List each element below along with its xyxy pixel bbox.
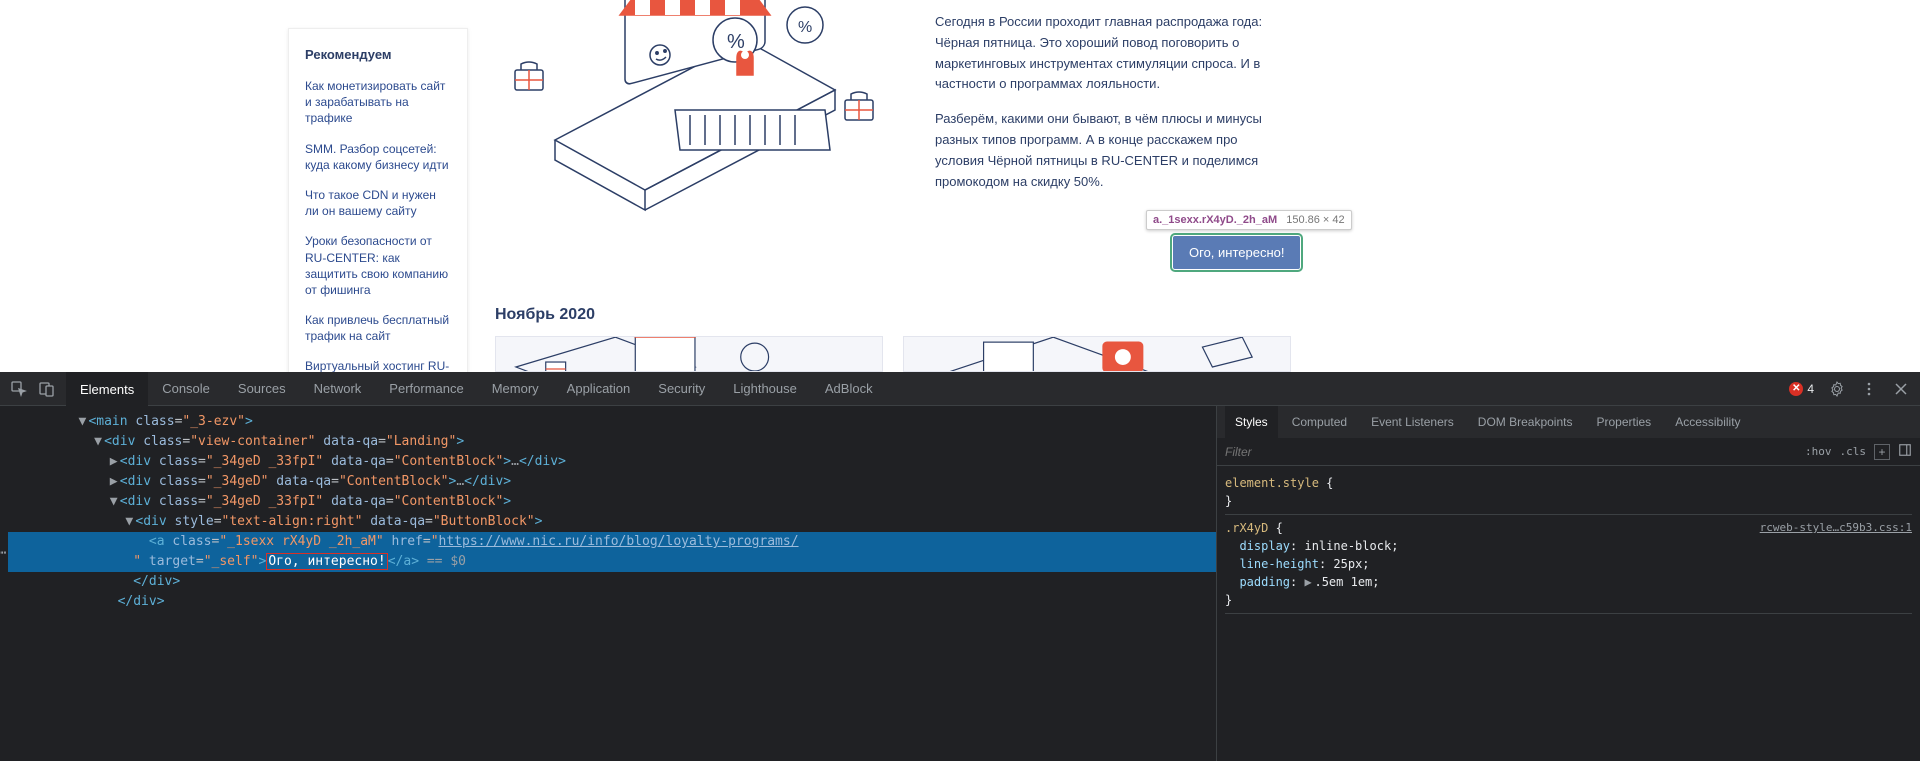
device-toggle-icon[interactable]	[38, 380, 56, 398]
tab-accessibility[interactable]: Accessibility	[1665, 406, 1750, 438]
tab-sources[interactable]: Sources	[224, 372, 300, 406]
webpage-content: Рекомендуем Как монетизировать сайт и за…	[0, 0, 1920, 372]
month-heading: Ноябрь 2020	[495, 306, 595, 324]
tab-performance[interactable]: Performance	[375, 372, 477, 406]
tab-elements[interactable]: Elements	[66, 372, 148, 406]
tab-adblock[interactable]: AdBlock	[811, 372, 887, 406]
inspector-tooltip: a._1sexx.rX4yD._2h_aM 150.86 × 42	[1146, 210, 1352, 230]
styles-filter-input[interactable]	[1225, 445, 1797, 459]
article-tile[interactable]	[495, 336, 883, 372]
ecommerce-illustration: %	[495, 0, 905, 240]
selected-element-line[interactable]: <a class="_1sexx rX4yD _2h_aM" href="htt…	[8, 532, 1216, 552]
article-paragraph: Сегодня в России проходит главная распро…	[935, 12, 1275, 95]
tab-console[interactable]: Console	[148, 372, 224, 406]
source-file-link[interactable]: rcweb-style…c59b3.css:1	[1760, 519, 1912, 537]
rule-selector: .rX4yD	[1225, 521, 1268, 535]
sidebar-link[interactable]: Что такое CDN и нужен ли он вашему сайту	[305, 187, 451, 219]
sidebar-heading: Рекомендуем	[305, 47, 451, 62]
cta-button[interactable]: Ого, интересно!	[1173, 236, 1300, 269]
tooltip-dimensions: 150.86 × 42	[1286, 214, 1344, 226]
hov-toggle[interactable]: :hov	[1805, 445, 1832, 458]
tab-security[interactable]: Security	[644, 372, 719, 406]
tab-network[interactable]: Network	[300, 372, 376, 406]
svg-text:%: %	[798, 19, 812, 36]
inspect-element-icon[interactable]	[10, 380, 28, 398]
sidebar-link[interactable]: SMM. Разбор соцсетей: куда какому бизнес…	[305, 141, 451, 173]
sidebar-link[interactable]: Виртуальный хостинг RU-CENTER — ещё боль…	[305, 358, 451, 372]
article-text: Сегодня в России проходит главная распро…	[935, 12, 1275, 206]
tab-dom-breakpoints[interactable]: DOM Breakpoints	[1468, 406, 1583, 438]
sidebar-link[interactable]: Как монетизировать сайт и зарабатывать н…	[305, 78, 451, 127]
new-style-rule-button[interactable]: +	[1874, 444, 1890, 460]
tooltip-selector: a._1sexx.rX4yD._2h_aM	[1153, 214, 1277, 226]
tab-lighthouse[interactable]: Lighthouse	[719, 372, 811, 406]
article-illustration: %	[495, 0, 905, 260]
tab-styles[interactable]: Styles	[1225, 406, 1278, 438]
devtools-panel: Elements Console Sources Network Perform…	[0, 372, 1920, 761]
more-icon[interactable]	[1860, 380, 1878, 398]
article-tile[interactable]	[903, 336, 1291, 372]
tab-event-listeners[interactable]: Event Listeners	[1361, 406, 1464, 438]
cls-toggle[interactable]: .cls	[1840, 445, 1867, 458]
styles-panel-icon[interactable]	[1898, 443, 1912, 460]
tab-memory[interactable]: Memory	[478, 372, 553, 406]
article-tiles	[495, 336, 1291, 372]
sidebar-link[interactable]: Уроки безопасности от RU-CENTER: как защ…	[305, 233, 451, 298]
styles-rules[interactable]: element.style { } rcweb-style…c59b3.css:…	[1217, 466, 1920, 761]
breadcrumb-dots[interactable]: ⋯	[0, 543, 4, 563]
elements-tree[interactable]: ⋯ ▼<main class="_3-ezv"> ▼<div class="vi…	[0, 406, 1216, 761]
sidebar-link[interactable]: Как привлечь бесплатный трафик на сайт	[305, 312, 451, 344]
article-paragraph: Разберём, какими они бывают, в чём плюсы…	[935, 109, 1275, 192]
close-icon[interactable]	[1892, 380, 1910, 398]
settings-icon[interactable]	[1828, 380, 1846, 398]
cta-container: a._1sexx.rX4yD._2h_aM 150.86 × 42 Ого, и…	[1173, 236, 1300, 269]
tab-application[interactable]: Application	[553, 372, 645, 406]
devtools-tabs-bar: Elements Console Sources Network Perform…	[0, 372, 1920, 406]
tab-properties[interactable]: Properties	[1586, 406, 1661, 438]
errors-badge[interactable]: ✕4	[1789, 382, 1814, 396]
svg-text:%: %	[727, 31, 745, 53]
styles-pane: Styles Computed Event Listeners DOM Brea…	[1216, 406, 1920, 761]
styles-tabs: Styles Computed Event Listeners DOM Brea…	[1217, 406, 1920, 438]
recommendations-sidebar: Рекомендуем Как монетизировать сайт и за…	[288, 28, 468, 372]
errors-count: 4	[1807, 382, 1814, 396]
rule-selector: element.style	[1225, 476, 1319, 490]
styles-filter-bar: :hov .cls +	[1217, 438, 1920, 466]
devtools-body: ⋯ ▼<main class="_3-ezv"> ▼<div class="vi…	[0, 406, 1920, 761]
tab-computed[interactable]: Computed	[1282, 406, 1357, 438]
